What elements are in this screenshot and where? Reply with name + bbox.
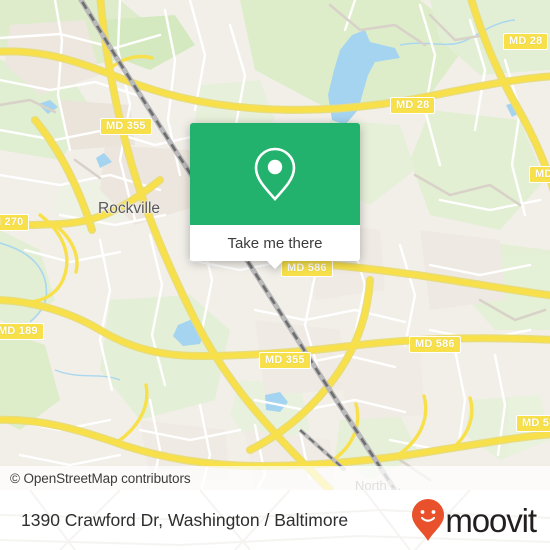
road-shield-md28-ne[interactable]: MD 28: [503, 33, 549, 50]
road-shield-md-edge[interactable]: MD: [529, 166, 550, 183]
place-label-rockville: Rockville: [98, 200, 161, 217]
road-shield-md586-e[interactable]: MD 586: [409, 336, 461, 353]
road-shield-md28[interactable]: MD 28: [390, 97, 436, 114]
road-shield-i270[interactable]: I 270: [0, 214, 30, 231]
popup-tail: [266, 260, 284, 269]
road-shield-md355-n[interactable]: MD 355: [100, 118, 152, 135]
road-shield-md586-c[interactable]: MD 586: [281, 260, 333, 277]
address-label: 1390 Crawford Dr, Washington / Baltimore: [21, 509, 349, 530]
road-shield-md355-s[interactable]: MD 355: [259, 352, 311, 369]
moovit-pin-smiley-icon: [412, 499, 445, 541]
road-shield-md586-se[interactable]: MD 586: [516, 415, 550, 432]
popup-action-bar[interactable]: Take me there: [190, 225, 360, 269]
attribution-text: © OpenStreetMap contributors: [10, 470, 191, 486]
moovit-logo: moovit: [412, 499, 537, 541]
road-shield-md189[interactable]: MD 189: [0, 323, 44, 340]
popup-icon-area: [190, 123, 360, 225]
take-me-there-label: Take me there: [227, 234, 323, 252]
take-me-there-popup[interactable]: Take me there: [190, 123, 360, 269]
map-attribution: © OpenStreetMap contributors: [0, 466, 550, 490]
bottom-info-bar: 1390 Crawford Dr, Washington / Baltimore…: [0, 490, 550, 550]
map-pin-icon: [254, 147, 296, 201]
screenshot-root: Rockville North ... MD 28 MD 28 MD 355 M…: [0, 0, 550, 550]
moovit-wordmark: moovit: [445, 501, 537, 539]
